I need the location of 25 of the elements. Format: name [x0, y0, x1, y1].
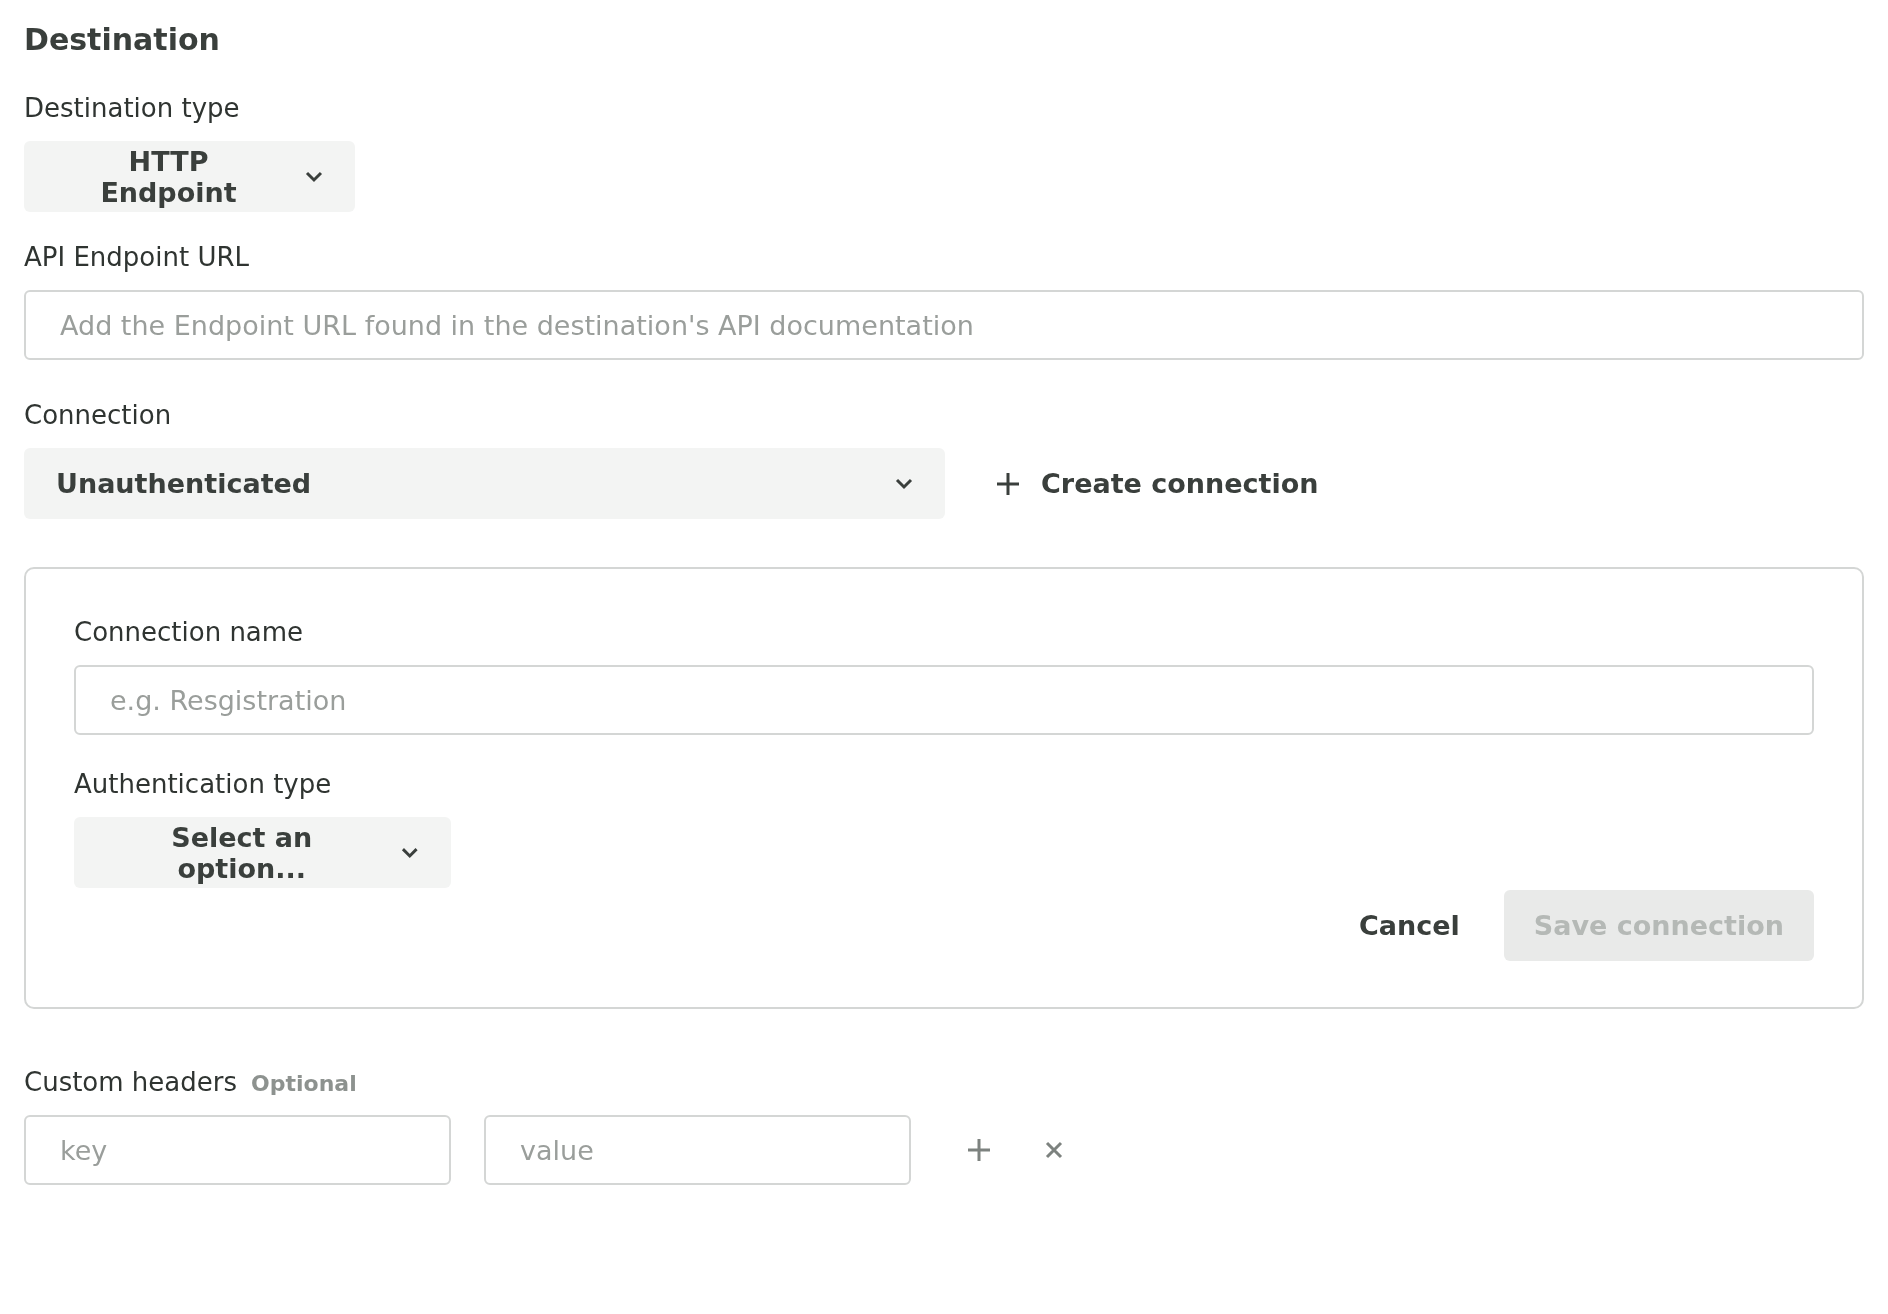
optional-tag: Optional [251, 1071, 357, 1096]
plus-icon [995, 470, 1021, 497]
header-key-input[interactable]: key [24, 1115, 451, 1185]
field-label: Destination type [24, 93, 241, 123]
field-label: Connection name [74, 617, 305, 647]
chevron-down-icon [305, 170, 323, 183]
cancel-button[interactable]: Cancel [1358, 910, 1460, 941]
header-value-input[interactable]: value [484, 1115, 911, 1185]
destination-type-dropdown[interactable]: HTTP Endpoint [24, 141, 355, 212]
field-label: Connection [24, 400, 173, 430]
create-connection-button[interactable]: Create connection [995, 468, 1319, 499]
connection-dropdown[interactable]: Unauthenticated [24, 448, 945, 519]
field-label: Custom headers [24, 1067, 237, 1097]
connection-name-input[interactable]: e.g. Resgistration [74, 665, 1814, 735]
chevron-down-icon [895, 477, 913, 490]
close-icon [1044, 1140, 1064, 1160]
plus-icon [966, 1137, 992, 1163]
authentication-type-dropdown[interactable]: Select an option... [74, 817, 451, 888]
chevron-down-icon [401, 846, 419, 859]
endpoint-url-input[interactable]: Add the Endpoint URL found in the destination's API documentation [24, 290, 1864, 360]
section-title: Destination [24, 22, 221, 57]
remove-header-button[interactable] [1044, 1140, 1064, 1160]
add-header-button[interactable] [966, 1137, 992, 1163]
field-label: Authentication type [74, 769, 333, 799]
field-label: API Endpoint URL [24, 242, 250, 272]
